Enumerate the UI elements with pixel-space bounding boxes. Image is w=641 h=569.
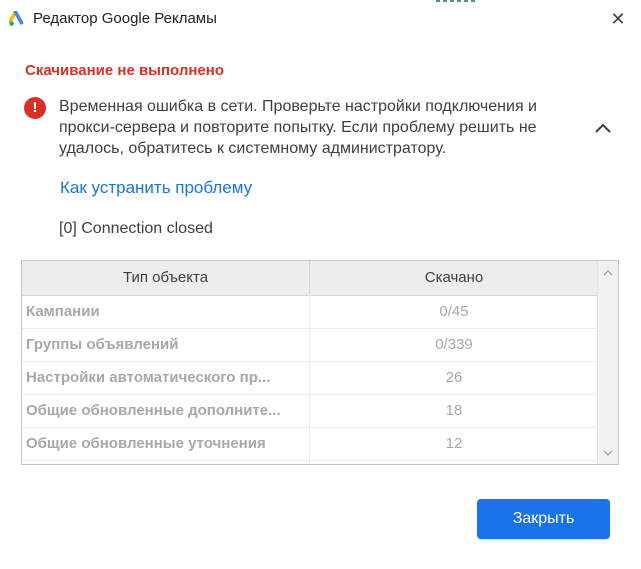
chevron-up-icon — [595, 123, 611, 133]
row-type: Группы объявлений — [26, 336, 179, 353]
scroll-down-button[interactable] — [598, 444, 618, 462]
vertical-scrollbar[interactable] — [597, 261, 618, 464]
table-row: Группы объявлений 0/339 — [22, 328, 598, 362]
table-row: Общие обновленные дополните... 18 — [22, 394, 598, 428]
error-message: Временная ошибка в сети. Проверьте настр… — [59, 98, 537, 157]
close-button[interactable]: Закрыть — [477, 499, 610, 539]
row-type: Кампании — [26, 303, 100, 320]
collapse-details-button[interactable] — [590, 117, 616, 139]
table-row: Общие обновленные уточнения 12 — [22, 427, 598, 461]
row-downloaded: 12 — [445, 435, 463, 452]
row-downloaded: 26 — [445, 369, 463, 386]
table-header: Тип объекта Скачано — [22, 261, 598, 296]
column-header-type[interactable]: Тип объекта — [22, 261, 310, 295]
table-row: Кампании 0/45 — [22, 295, 598, 329]
row-downloaded: 0/339 — [435, 336, 473, 353]
scroll-up-button[interactable] — [598, 263, 618, 281]
row-downloaded: 18 — [445, 402, 463, 419]
row-type: Общие обновленные дополните... — [26, 402, 281, 419]
title-bar: Редактор Google Рекламы ✕ — [0, 0, 641, 38]
window-close-button[interactable]: ✕ — [605, 6, 631, 32]
table-row: Настройки автоматического пр... 26 — [22, 361, 598, 395]
row-downloaded: 0/45 — [439, 303, 469, 320]
window-title: Редактор Google Рекламы — [33, 10, 217, 27]
scroll-down-arrow-icon — [603, 450, 613, 456]
scroll-up-arrow-icon — [603, 269, 613, 275]
error-circle-icon: ! — [24, 97, 46, 119]
help-link[interactable]: Как устранить проблему — [60, 178, 252, 198]
error-detail: [0] Connection closed — [59, 220, 213, 237]
google-ads-logo-icon — [9, 11, 24, 26]
background-artifact — [436, 0, 476, 2]
column-header-downloaded[interactable]: Скачано — [310, 261, 598, 295]
row-type: Общие обновленные уточнения — [26, 435, 266, 452]
close-icon: ✕ — [610, 8, 626, 29]
download-status-table: Тип объекта Скачано Кампании 0/45 Группы… — [21, 260, 619, 465]
row-type: Настройки автоматического пр... — [26, 369, 271, 386]
error-title: Скачивание не выполнено — [25, 62, 224, 79]
